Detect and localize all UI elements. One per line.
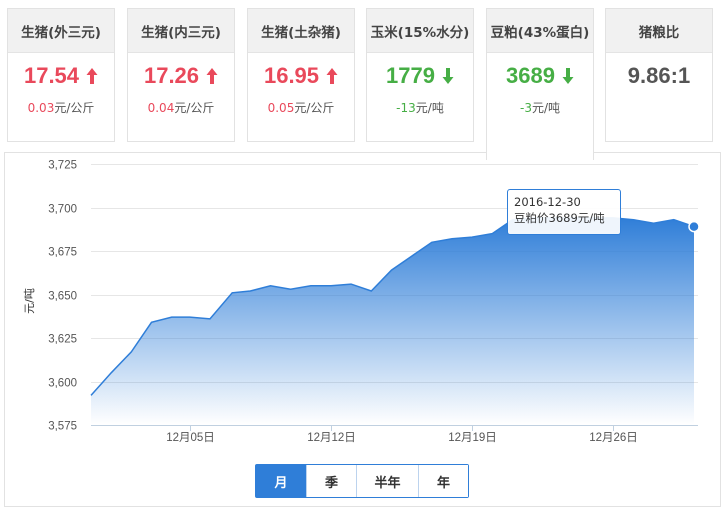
price-cards: 生猪(外三元) 17.54 0.03元/公斤 生猪(内三元) 17.26 0.04元/公斤… [0, 0, 727, 160]
card-price-value: 9.86:1 [627, 63, 691, 88]
card-change-value: -13 [396, 101, 416, 115]
card-price-value: 17.54 [23, 63, 80, 88]
arrow-up-icon [206, 68, 218, 84]
y-tick-label: 3,575 [48, 421, 77, 433]
chart-panel: 3,575 3,600 3,625 3,650 3,675 3,700 3,725 12月05… [4, 152, 721, 507]
area-layer [90, 217, 700, 425]
card-price: 16.95 [248, 53, 354, 99]
card-price: 17.26 [128, 53, 234, 99]
card-change: -13元/吨 [367, 99, 473, 116]
card-price: 9.86:1 [606, 51, 712, 101]
card-price-value: 3689 [506, 63, 555, 88]
card-title: 豆粕(43%蛋白) [487, 9, 593, 53]
y-tick-label: 3,700 [48, 204, 77, 216]
card-change: -3元/吨 [487, 99, 593, 116]
price-card-4[interactable]: 豆粕(43%蛋白) 3689 -3元/吨 [486, 8, 594, 160]
range-tab-2[interactable]: 半年 [356, 465, 418, 497]
y-axis-label: 元/吨 [23, 288, 36, 314]
x-tick-label: 12月19日 [448, 432, 497, 444]
card-change-unit: 元/吨 [531, 101, 560, 115]
range-tab-0[interactable]: 月 [256, 465, 306, 497]
arrow-up-icon [86, 68, 98, 84]
card-title: 玉米(15%水分) [367, 9, 473, 53]
series-area [91, 217, 694, 425]
price-card-5[interactable]: 猪粮比 9.86:1 [605, 8, 713, 142]
card-change: 0.03元/公斤 [8, 99, 114, 116]
card-change: 0.05元/公斤 [248, 99, 354, 116]
card-change-value: -3 [519, 101, 532, 115]
price-card-0[interactable]: 生猪(外三元) 17.54 0.03元/公斤 [7, 8, 115, 142]
card-title: 猪粮比 [606, 9, 712, 53]
card-price: 17.54 [8, 53, 114, 99]
card-price: 1779 [367, 53, 473, 99]
arrow-up-icon [326, 68, 338, 84]
card-change-unit: 元/吨 [415, 101, 444, 115]
range-tabs: 月季半年年 [255, 464, 469, 498]
price-card-2[interactable]: 生猪(土杂猪) 16.95 0.05元/公斤 [247, 8, 355, 142]
card-price-value: 16.95 [263, 63, 320, 88]
card-price-value: 17.26 [143, 63, 200, 88]
y-tick-label: 3,625 [48, 334, 77, 346]
card-change-unit: 元/公斤 [174, 101, 215, 115]
card-title: 生猪(内三元) [128, 9, 234, 53]
y-tick-label: 3,675 [48, 247, 77, 259]
price-card-1[interactable]: 生猪(内三元) 17.26 0.04元/公斤 [127, 8, 235, 142]
y-tick-label: 3,650 [48, 291, 77, 303]
x-tick-label: 12月26日 [589, 432, 638, 444]
card-price-value: 1779 [386, 63, 435, 88]
card-change-value: 0.04 [147, 101, 175, 115]
range-tab-3[interactable]: 年 [418, 465, 468, 497]
tooltip-value: 豆粕价3689元/吨 [514, 211, 605, 225]
x-tick-label: 12月12日 [307, 432, 356, 444]
range-tab-1[interactable]: 季 [306, 465, 356, 497]
arrow-down-icon [562, 68, 574, 84]
card-change-unit: 元/公斤 [294, 101, 335, 115]
card-title: 生猪(外三元) [8, 9, 114, 53]
x-tick-label: 12月05日 [166, 432, 215, 444]
data-tooltip: 2016-12-30 豆粕价3689元/吨 [507, 189, 621, 235]
y-tick-label: 3,600 [48, 378, 77, 390]
tooltip-date: 2016-12-30 [514, 195, 581, 209]
price-card-3[interactable]: 玉米(15%水分) 1779 -13元/吨 [366, 8, 474, 142]
card-change: 0.04元/公斤 [128, 99, 234, 116]
card-title: 生猪(土杂猪) [248, 9, 354, 53]
card-change-unit: 元/公斤 [54, 101, 95, 115]
arrow-down-icon [442, 68, 454, 84]
card-change-value: 0.03 [27, 101, 55, 115]
hovered-data-point[interactable] [688, 220, 700, 233]
card-change-value: 0.05 [267, 101, 295, 115]
card-price: 3689 [487, 53, 593, 99]
y-tick-label: 3,725 [48, 160, 77, 172]
